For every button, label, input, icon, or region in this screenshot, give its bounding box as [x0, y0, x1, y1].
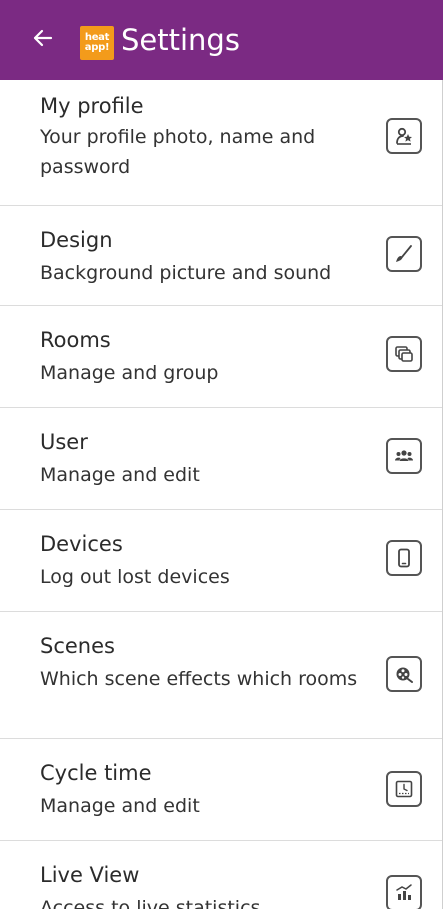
users-group-icon — [386, 438, 422, 474]
settings-item-my-profile[interactable]: My profile Your profile photo, name and … — [0, 80, 443, 206]
live-chart-icon — [386, 875, 422, 909]
settings-item-cycle-time[interactable]: Cycle time Manage and edit — [0, 739, 443, 841]
settings-item-title: Devices — [40, 532, 123, 556]
scene-film-icon — [386, 656, 422, 692]
settings-item-subtitle: Background picture and sound — [40, 262, 332, 284]
settings-item-title: My profile — [40, 94, 144, 118]
settings-item-subtitle: Manage and group — [40, 362, 219, 384]
settings-item-subtitle: Manage and edit — [40, 795, 200, 817]
app-header: heat app! Settings — [0, 0, 443, 80]
settings-item-subtitle: Log out lost devices — [40, 566, 230, 588]
settings-item-subtitle: Manage and edit — [40, 464, 200, 486]
settings-item-title: Design — [40, 228, 113, 252]
page-title: Settings — [121, 23, 240, 57]
settings-item-subtitle: Which scene effects which rooms — [40, 668, 358, 690]
logo-line2: app! — [84, 42, 110, 53]
settings-item-user[interactable]: User Manage and edit — [0, 408, 443, 510]
settings-item-subtitle: Access to live statistics — [40, 897, 261, 909]
rooms-stack-icon — [386, 336, 422, 372]
settings-item-title: User — [40, 430, 88, 454]
back-button[interactable] — [30, 20, 56, 60]
settings-item-title: Rooms — [40, 328, 111, 352]
heatapp-logo: heat app! — [80, 26, 114, 60]
settings-item-title: Cycle time — [40, 761, 152, 785]
settings-item-rooms[interactable]: Rooms Manage and group — [0, 306, 443, 408]
arrow-left-icon — [33, 29, 53, 51]
settings-item-scenes[interactable]: Scenes Which scene effects which rooms — [0, 612, 443, 739]
settings-item-live-view[interactable]: Live View Access to live statistics — [0, 841, 443, 909]
brush-icon — [386, 236, 422, 272]
settings-item-title: Live View — [40, 863, 140, 887]
phone-device-icon — [386, 540, 422, 576]
settings-item-design[interactable]: Design Background picture and sound — [0, 206, 443, 306]
settings-item-title: Scenes — [40, 634, 115, 658]
profile-star-icon — [386, 118, 422, 154]
settings-item-subtitle: Your profile photo, name and password — [40, 126, 316, 178]
settings-item-devices[interactable]: Devices Log out lost devices — [0, 510, 443, 612]
cycle-time-icon — [386, 771, 422, 807]
settings-screen: heat app! Settings My profile Your profi… — [0, 0, 443, 909]
